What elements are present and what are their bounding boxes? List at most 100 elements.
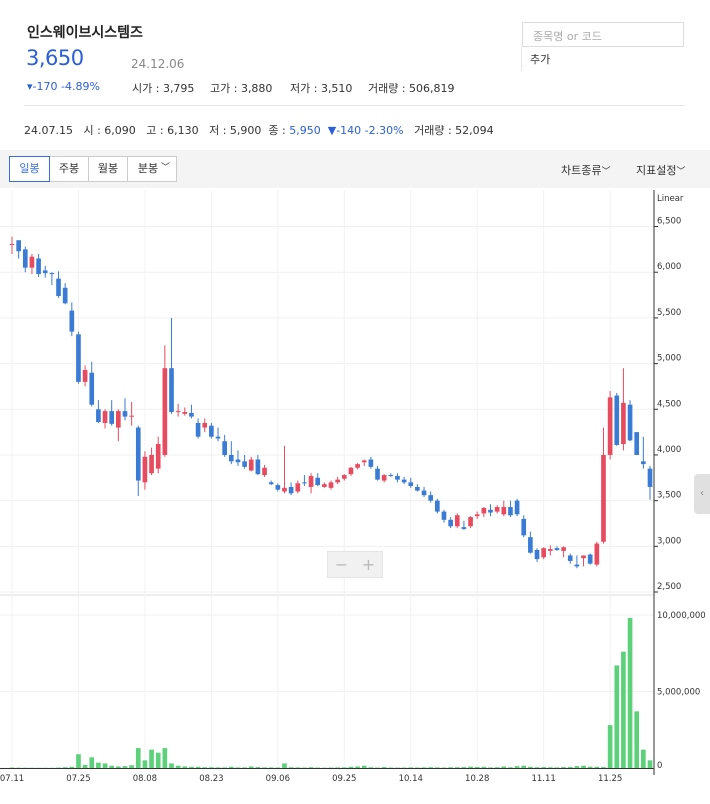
volume-bar [275,767,281,769]
candle-body [381,475,387,481]
volume-bar [155,752,161,768]
volume-bar [175,765,181,768]
volume-bar [169,763,174,768]
candle-body [601,454,606,542]
candle-body [228,454,234,462]
volume-bar [315,767,321,769]
candle-body [169,368,174,413]
candle-body [521,518,527,536]
volume-bar [235,767,241,768]
tab-minute[interactable]: 분봉 ﹀ [127,156,177,182]
volume-bar [641,749,646,768]
volume-bar [215,767,221,768]
tab-monthly[interactable]: 월봉 [88,156,128,182]
volume-bar [541,767,546,768]
stock-search-input[interactable]: 종목명 or 코드 [522,22,684,47]
hover-date: 24.07.15 [24,124,73,137]
candle-body [388,475,394,477]
volume-bar [647,760,653,768]
volume-bar [587,766,593,768]
volume-tick-label: 5,000,000 [657,687,700,697]
candle-body [454,515,460,527]
volume-bar [335,767,340,768]
chevron-left-icon: ‹ [700,488,704,499]
volume-bar [521,765,527,768]
tab-weekly[interactable]: 주봉 [49,156,89,182]
candle-body [554,548,560,550]
hover-high: 고 : 6,130 [146,124,199,137]
zoom-in-icon[interactable]: + [355,555,382,574]
volume-bar [415,767,420,769]
candle-body [348,467,354,475]
time-tick-label: 11.25 [598,774,622,784]
candle-body [36,258,41,275]
candle-body [594,543,600,565]
candle-body [647,468,653,487]
candle-body [215,436,221,439]
volume-bar [474,766,480,768]
candle-body [149,454,154,474]
chevron-down-icon: ﹀ [160,163,170,173]
time-tick-label: 10.28 [465,774,489,784]
price-tick-label: 6,000 [657,262,681,272]
indicator-settings-label: 지표설정 [636,164,677,177]
candle-body [82,369,88,382]
candle-body [69,310,75,332]
volume-bar [547,767,553,768]
candle-body [248,459,254,471]
candle-body [202,422,208,428]
volume-bar [594,766,600,768]
chart-type-dropdown[interactable]: 차트종류﹀ [561,162,611,178]
candle-body [42,270,48,274]
hover-candle-info: 24.07.15 시 : 6,090 고 : 6,130 저 : 5,900 종… [24,122,494,138]
candle-body [22,249,28,268]
volume-bar [481,766,487,768]
volume-bar [428,767,434,768]
volume-bar [441,767,447,769]
volume-bar [89,757,95,768]
volume-tick-label: 10,000,000 [657,611,706,621]
candle-body [448,519,453,527]
volume-bar [142,760,148,768]
volume-bar [508,767,513,768]
price-chart[interactable]: Linear 6,500 6,000 5,500 5,000 4,500 4,000 3,5… [0,190,710,804]
volume-bar [195,766,201,768]
candle-body [235,459,241,463]
candle-body [355,464,360,468]
volume-bar [561,767,566,768]
candle-body [109,411,115,424]
time-tick-label: 07.11 [0,774,24,784]
candle-body [415,486,420,491]
chart-toolbar: 일봉 주봉 월봉 분봉 ﹀ 차트종류﹀ 지표설정﹀ [0,150,710,188]
volume-bar [528,766,533,768]
zoom-out-icon[interactable]: − [328,555,355,574]
volume-bar [375,767,380,769]
chevron-down-icon: ﹀ [676,167,686,177]
add-button[interactable]: 추가 [530,51,550,67]
volume-bar [627,618,633,768]
price-tick-label: 3,000 [657,536,681,546]
tab-daily[interactable]: 일봉 [9,156,50,182]
volume-bar [9,767,15,769]
volume-bar [601,767,606,768]
candle-body [195,422,201,437]
volume-bar [348,766,354,768]
volume-bar [634,711,640,768]
volume-bar [182,766,188,768]
price-date: 24.12.06 [131,57,185,71]
time-tick-label: 08.08 [133,774,157,784]
candle-body [514,500,520,515]
candle-body [122,411,128,417]
volume-bar [621,651,626,768]
candle-body [302,482,307,484]
candle-body [189,412,194,417]
volume-bar [308,767,314,768]
side-panel-toggle[interactable]: ‹ [694,474,710,514]
candle-body [547,549,553,551]
volume-bar [209,767,214,768]
candle-body [116,411,121,428]
indicator-settings-dropdown[interactable]: 지표설정﹀ [636,162,686,178]
price-tick-label: 5,000 [657,354,681,364]
volume-bar [248,766,254,768]
price-tick-label: 3,500 [657,491,681,501]
